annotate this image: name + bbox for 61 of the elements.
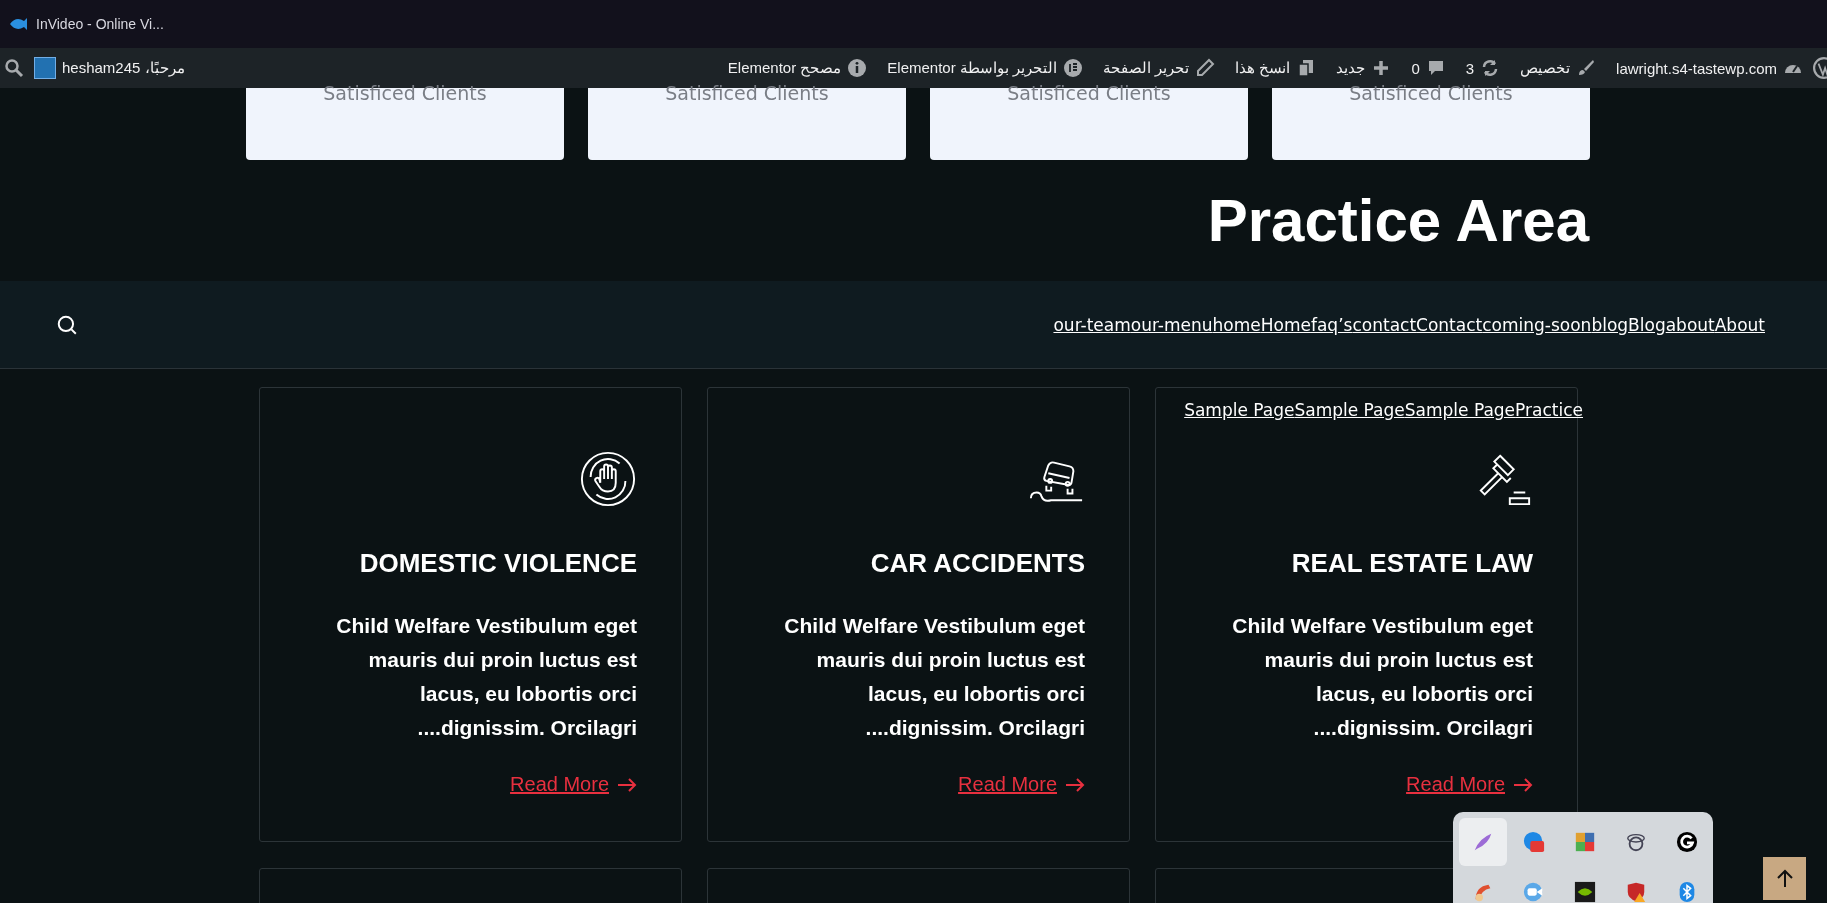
info-icon: [847, 58, 868, 78]
elementor-icon: [1063, 58, 1084, 78]
service-description: Child Welfare Vestibulum eget mauris dui proin luctus est lacus, eu lobortis orci ....dignissim. Orcilagri: [783, 613, 1085, 741]
hand-in-circle-icon: [579, 450, 637, 508]
read-more-link[interactable]: Read More: [510, 773, 637, 796]
service-description: Child Welfare Vestibulum eget mauris dui proin luctus est lacus, eu lobortis orci ....dignissim. Orcilagri: [335, 613, 637, 741]
nav-link[interactable]: coming-soon: [1482, 314, 1592, 335]
section-title: Practice Area: [1207, 186, 1589, 255]
nav-link[interactable]: faq’s: [1310, 314, 1353, 335]
arrow-icon: [1065, 776, 1085, 793]
rings-icon: [1625, 831, 1647, 853]
stat-label: Satisficed Clients: [1007, 82, 1171, 106]
admin-bar-item[interactable]: 3: [1455, 58, 1511, 78]
account-link[interactable]: مرحبًا، hesham245: [24, 57, 195, 79]
nav-link[interactable]: Contact: [1416, 314, 1483, 335]
admin-bar-item[interactable]: مصحح Elementor: [717, 58, 878, 78]
admin-bar-item[interactable]: تخصيص: [1510, 58, 1607, 78]
search-icon[interactable]: [56, 313, 78, 336]
stat-label: Satisficed Clients: [665, 82, 829, 106]
tiles-icon: [1574, 831, 1596, 853]
submenu-link[interactable]: Sample Page: [1184, 400, 1295, 420]
stat-label: Satisficed Clients: [323, 82, 487, 106]
eye-icon: [1574, 881, 1596, 903]
letter-g-icon: [1676, 831, 1698, 853]
service-title: REAL ESTATE LAW: [1291, 548, 1533, 579]
browser-tab-title[interactable]: InVideo - Online Vi...: [36, 16, 164, 32]
read-more-link[interactable]: Read More: [958, 773, 1085, 796]
submenu-link[interactable]: Practice: [1515, 400, 1583, 420]
nav-link[interactable]: Home: [1260, 314, 1311, 335]
stat-label: Satisficed Clients: [1349, 82, 1513, 106]
feather-icon: [1472, 831, 1494, 853]
service-title: CAR ACCIDENTS: [870, 548, 1085, 579]
nav-link[interactable]: home: [1212, 314, 1261, 335]
arrow-icon: [1513, 776, 1533, 793]
camera-icon: [1523, 881, 1545, 903]
shield-warning-icon: [1625, 881, 1647, 903]
nav-link[interactable]: blog: [1591, 314, 1629, 335]
pencil-icon: [1195, 58, 1216, 78]
nav-link[interactable]: our-team: [1053, 314, 1131, 335]
scroll-top-button[interactable]: [1763, 857, 1806, 900]
nav-link[interactable]: Blog: [1628, 314, 1666, 335]
submenu-link[interactable]: Sample Page: [1294, 400, 1405, 420]
submenu-link[interactable]: Sample Page: [1404, 400, 1516, 420]
admin-bar-item[interactable]: التحرير بواسطة Elementor: [877, 58, 1094, 78]
avatar-icon: [34, 57, 56, 79]
admin-bar-item[interactable]: انسخ هذا: [1225, 58, 1327, 78]
globe-with-badge-icon: [1523, 831, 1545, 853]
admin-bar-item[interactable]: 0: [1401, 58, 1456, 78]
admin-bar-item[interactable]: تحرير الصفحة: [1093, 58, 1226, 78]
service-description: Child Welfare Vestibulum eget mauris dui proin luctus est lacus, eu lobortis orci ....dignissim. Orcilagri: [1231, 613, 1533, 741]
service-title: DOMESTIC VIOLENCE: [359, 548, 637, 579]
nav-link[interactable]: our-menu: [1130, 314, 1213, 335]
brush-icon: [1576, 58, 1597, 78]
nav-link[interactable]: contact: [1352, 314, 1417, 335]
nav-link[interactable]: About: [1714, 314, 1765, 335]
arrow-icon: [617, 776, 637, 793]
admin-bar-item[interactable]: جديد: [1326, 58, 1402, 78]
nav-link[interactable]: about: [1665, 314, 1715, 335]
search-icon[interactable]: [4, 58, 24, 78]
read-more-link[interactable]: Read More: [1406, 773, 1533, 796]
admin-bar-item[interactable]: lawright.s4-tastewp.com: [1606, 58, 1813, 78]
